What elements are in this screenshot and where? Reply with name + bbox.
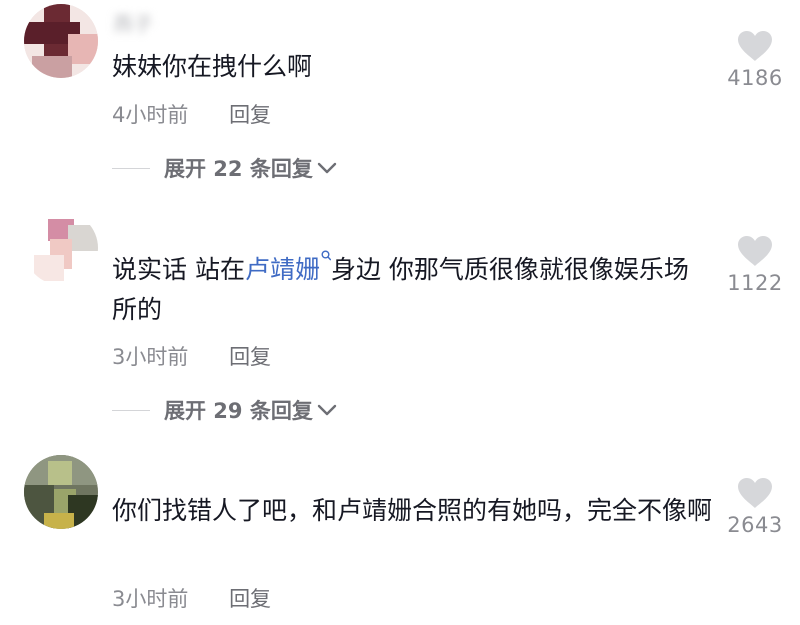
like-count: 1122 [727,271,783,295]
like-button[interactable]: 1122 [720,235,790,295]
search-icon[interactable] [321,250,331,264]
chevron-down-icon [317,404,337,416]
expand-replies-label: 展开 22 条回复 [164,157,313,181]
expand-replies-button[interactable]: 展开 29 条回复 [112,395,337,425]
comment-time: 4小时前 [112,103,189,127]
divider [112,167,150,169]
like-count: 4186 [727,66,783,90]
comment-meta: 3小时前 回复 [112,341,271,371]
like-button[interactable]: 2643 [720,477,790,537]
avatar[interactable] [24,4,98,78]
expand-replies-label: 展开 29 条回复 [164,399,313,423]
mention-link[interactable]: 卢靖姗 [245,255,320,284]
reply-button[interactable]: 回复 [229,345,271,369]
comment-text: 你们找错人了吧，和卢靖姗合照的有她吗，完全不像啊 [112,496,713,525]
reply-button[interactable]: 回复 [229,103,271,127]
chevron-down-icon [317,162,337,174]
heart-icon [738,478,772,508]
comment-meta: 4小时前 回复 [112,99,271,129]
comment-text-part: 说实话 站在 [112,255,245,284]
like-button[interactable]: 4186 [720,30,790,90]
like-count: 2643 [727,513,783,537]
avatar[interactable] [24,455,98,529]
comment-meta: 3小时前 回复 [112,583,271,613]
comment-text: 说实话 站在卢靖姗 身边 你那气质很像就很像娱乐场所的 [112,250,712,330]
reply-button[interactable]: 回复 [229,587,271,611]
heart-icon [738,236,772,266]
expand-replies-button[interactable]: 展开 22 条回复 [112,153,337,183]
comment-text: 妹妹你在拽什么啊 [112,52,313,81]
avatar[interactable] [24,211,98,285]
comment-username[interactable]: 燕子 [113,8,153,37]
comment-time: 3小时前 [112,345,189,369]
heart-icon [738,31,772,61]
divider [112,409,150,411]
comment-time: 3小时前 [112,587,189,611]
